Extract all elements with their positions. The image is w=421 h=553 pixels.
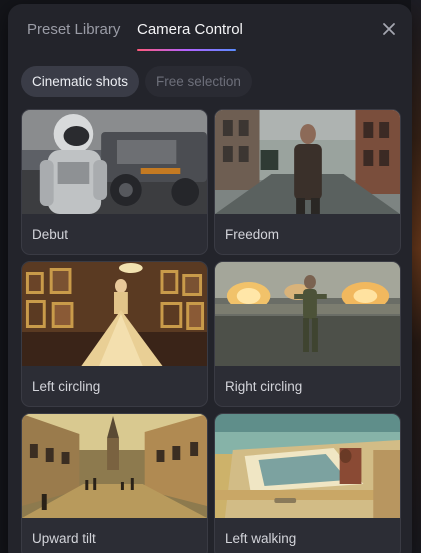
preset-card-left-walking[interactable]: Left walking bbox=[214, 413, 401, 553]
preset-label: Right circling bbox=[225, 379, 303, 394]
preset-card-upward-tilt[interactable]: Upward tilt bbox=[21, 413, 208, 553]
preset-label: Left circling bbox=[32, 379, 101, 394]
chip-cinematic-shots[interactable]: Cinematic shots bbox=[21, 66, 140, 97]
preset-thumbnail-ballgown-gallery bbox=[22, 262, 207, 366]
preset-card-left-circling[interactable]: Left circling bbox=[21, 261, 208, 407]
tab-camera-control[interactable]: Camera Control bbox=[137, 21, 243, 38]
preset-label: Upward tilt bbox=[32, 531, 96, 546]
shot-type-filter: Cinematic shots Free selection bbox=[21, 66, 252, 97]
camera-control-panel: Preset Library Camera Control Cinematic … bbox=[8, 4, 412, 553]
background-image-strip bbox=[411, 0, 421, 553]
tab-preset-library[interactable]: Preset Library bbox=[27, 21, 120, 38]
preset-card-right-circling[interactable]: Right circling bbox=[214, 261, 401, 407]
preset-thumbnail-battlefield bbox=[215, 262, 400, 366]
preset-thumbnail-vintage-car bbox=[215, 414, 400, 518]
preset-thumbnail-rainy-street bbox=[215, 110, 400, 214]
preset-thumbnail-old-town bbox=[22, 414, 207, 518]
active-tab-indicator bbox=[137, 49, 236, 51]
chip-free-selection[interactable]: Free selection bbox=[145, 66, 252, 97]
preset-card-freedom[interactable]: Freedom bbox=[214, 109, 401, 255]
preset-label: Debut bbox=[32, 227, 69, 242]
close-icon[interactable] bbox=[380, 20, 398, 38]
preset-label: Freedom bbox=[225, 227, 280, 242]
preset-grid: Debut Freedom Left circling Right circli… bbox=[21, 109, 401, 553]
panel-header: Preset Library Camera Control bbox=[8, 4, 412, 56]
preset-label: Left walking bbox=[225, 531, 297, 546]
preset-card-debut[interactable]: Debut bbox=[21, 109, 208, 255]
preset-thumbnail-astronaut bbox=[22, 110, 207, 214]
